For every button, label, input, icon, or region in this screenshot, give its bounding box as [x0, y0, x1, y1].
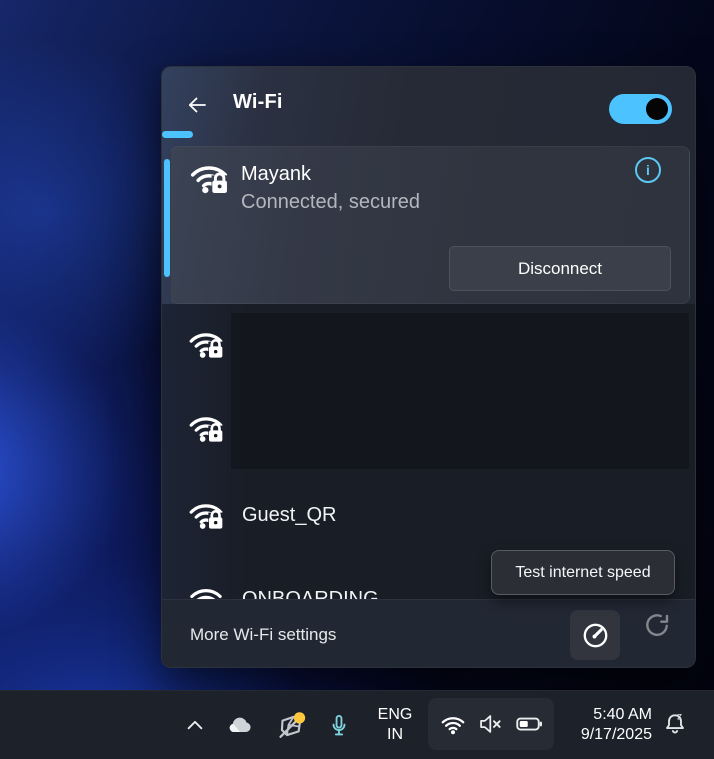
language-line2: IN: [387, 725, 403, 745]
tooltip: Test internet speed: [491, 550, 675, 595]
flyout-top-section: Wi-Fi: [162, 67, 695, 304]
speedometer-icon: [580, 620, 611, 651]
show-hidden-icons-button[interactable]: [182, 713, 208, 739]
language-line1: ENG: [378, 705, 413, 725]
network-info-button[interactable]: i: [635, 157, 661, 183]
more-wifi-settings-link[interactable]: More Wi-Fi settings: [190, 600, 336, 668]
wifi-secured-icon: [187, 156, 231, 205]
wifi-toggle[interactable]: [609, 94, 672, 124]
info-icon: i: [646, 162, 650, 178]
clock-date: 9/17/2025: [581, 725, 652, 745]
microphone-icon: [325, 712, 353, 740]
app-tray-icon-with-badge[interactable]: [272, 708, 310, 744]
network-name: Guest_QR: [242, 504, 336, 527]
taskbar: ENG IN 5:40 AM 9/17/2025: [0, 690, 714, 759]
tooltip-text: Test internet speed: [515, 564, 650, 582]
page-title: Wi-Fi: [233, 91, 283, 114]
chevron-up-icon: [184, 715, 206, 737]
microphone-tray-icon[interactable]: [324, 710, 354, 742]
wifi-flyout-panel: Wi-Fi: [161, 66, 696, 668]
slashed-cube-icon: [274, 709, 308, 743]
onedrive-tray-icon[interactable]: [222, 709, 258, 743]
notification-badge: [294, 712, 305, 723]
toggle-knob: [646, 98, 668, 120]
selected-item-indicator: [164, 159, 170, 277]
wifi-secured-icon: [186, 324, 226, 364]
wifi-status-icon: [438, 709, 468, 739]
disconnect-button[interactable]: Disconnect: [449, 246, 671, 291]
notification-center-button[interactable]: z: [660, 709, 692, 741]
connected-network-name: Mayank: [241, 160, 311, 188]
test-internet-speed-button[interactable]: [570, 610, 620, 660]
accent-underline: [162, 131, 193, 138]
refresh-icon: [641, 609, 673, 641]
back-button[interactable]: [182, 93, 212, 117]
system-tray-group[interactable]: [428, 698, 554, 750]
wifi-secured-icon: [186, 408, 226, 448]
network-list-item[interactable]: Guest_QR: [186, 495, 336, 535]
svg-text:z: z: [677, 712, 682, 723]
clock[interactable]: 5:40 AM 9/17/2025: [560, 699, 652, 751]
connected-network-status: Connected, secured: [241, 188, 420, 216]
back-arrow-icon: [182, 93, 212, 117]
redaction-overlay: [231, 313, 689, 469]
disconnect-label: Disconnect: [518, 259, 602, 279]
volume-muted-icon: [477, 710, 505, 738]
desktop: Wi-Fi: [0, 0, 714, 759]
refresh-networks-button[interactable]: [641, 609, 673, 641]
bell-do-not-disturb-icon: z: [660, 709, 690, 739]
clock-time: 5:40 AM: [593, 705, 652, 725]
battery-icon: [514, 709, 544, 739]
flyout-footer: More Wi-Fi settings: [162, 599, 695, 668]
wifi-secured-icon: [186, 495, 226, 535]
flyout-header: Wi-Fi: [162, 67, 695, 134]
connected-network-panel[interactable]: Mayank Connected, secured i Disconnect: [170, 146, 690, 304]
language-indicator[interactable]: ENG IN: [372, 699, 418, 751]
cloud-icon: [224, 710, 256, 742]
